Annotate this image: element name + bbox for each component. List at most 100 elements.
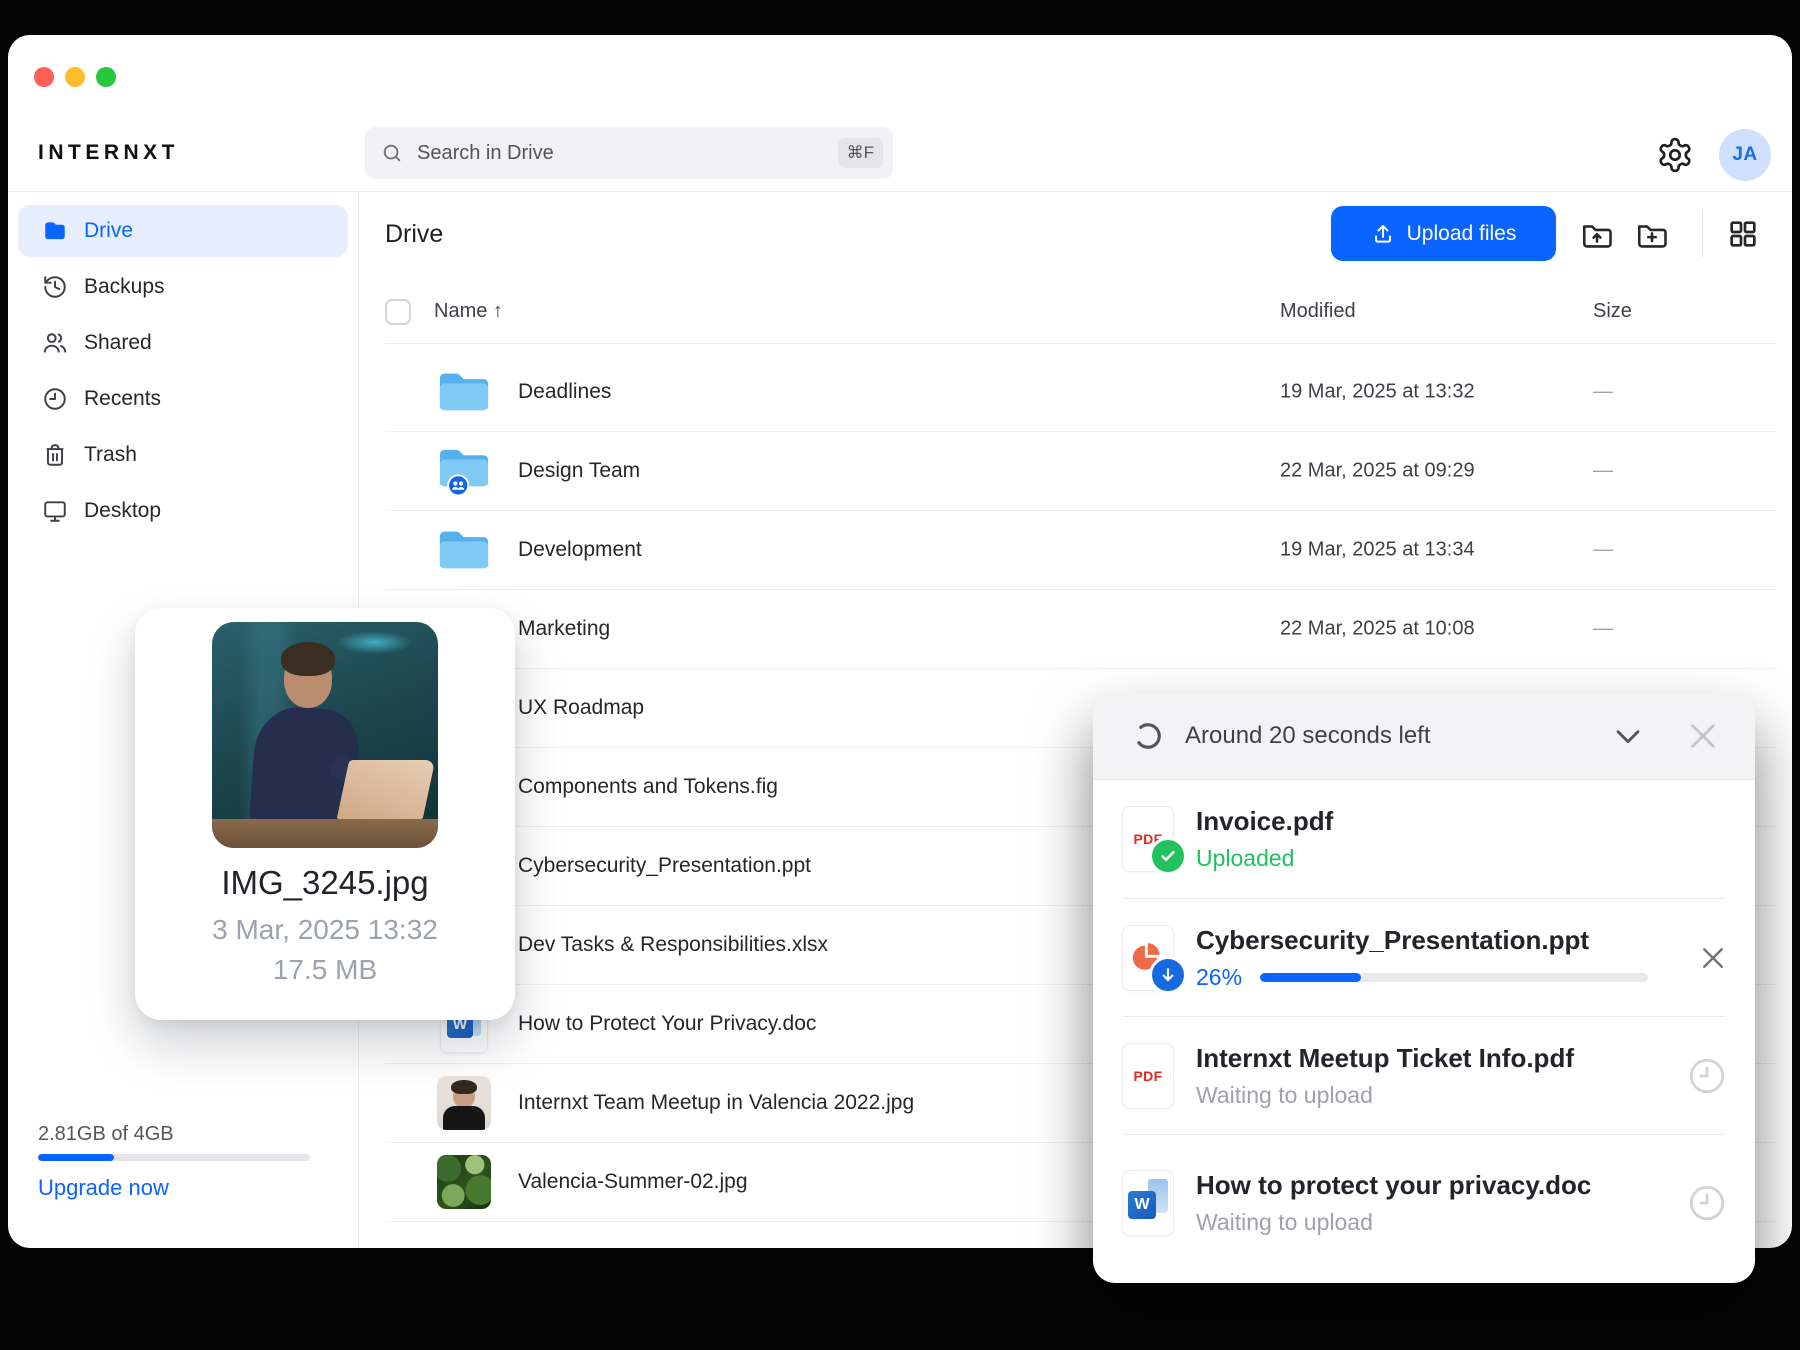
file-preview-card[interactable]: IMG_3245.jpg 3 Mar, 2025 13:32 17.5 MB	[135, 608, 515, 1020]
close-window-button[interactable]	[34, 67, 54, 87]
internxt-logo: INTERNXT	[38, 141, 179, 164]
close-toast-button[interactable]	[1685, 718, 1721, 754]
close-icon	[1691, 724, 1715, 748]
modified-date: 19 Mar, 2025 at 13:32	[1280, 380, 1475, 402]
gear-icon	[1659, 137, 1691, 173]
file-name: Valencia-Summer-02.jpg	[518, 1169, 748, 1193]
table-row[interactable]: Deadlines 19 Mar, 2025 at 13:32 —	[385, 352, 1776, 432]
search-icon	[383, 144, 401, 162]
folder-icon	[437, 365, 491, 419]
search-bar[interactable]: ⌘F	[365, 127, 893, 179]
photo-thumbnail-portrait	[437, 1075, 491, 1130]
file-name: Components and Tokens.fig	[518, 774, 778, 798]
new-folder-button[interactable]	[1630, 212, 1674, 256]
upload-progress-fill	[1260, 973, 1361, 982]
collapse-toast-button[interactable]	[1611, 719, 1645, 753]
grid-view-icon	[1730, 221, 1756, 247]
spinner-icon	[1135, 723, 1161, 749]
file-size: —	[1593, 617, 1613, 639]
sidebar-item-label: Shared	[84, 331, 152, 354]
upload-time-remaining: Around 20 seconds left	[1185, 722, 1431, 749]
upload-item-filename: Cybersecurity_Presentation.ppt	[1196, 925, 1590, 955]
sidebar-item-trash[interactable]: Trash	[18, 429, 348, 481]
table-row[interactable]: Design Team 22 Mar, 2025 at 09:29 —	[385, 431, 1776, 511]
clock-icon	[44, 388, 66, 410]
history-icon	[44, 276, 66, 298]
header-divider	[8, 191, 1792, 192]
people-icon	[43, 333, 67, 353]
sidebar-item-desktop[interactable]: Desktop	[18, 485, 348, 537]
zoom-window-button[interactable]	[96, 67, 116, 87]
settings-button[interactable]	[1655, 135, 1695, 175]
close-icon	[1703, 948, 1723, 968]
column-header-modified[interactable]: Modified	[1280, 300, 1356, 323]
file-name: Cybersecurity_Presentation.ppt	[518, 853, 811, 877]
folder-icon	[437, 523, 491, 577]
sidebar-item-recents[interactable]: Recents	[18, 373, 348, 425]
upload-item-filename: Internxt Meetup Ticket Info.pdf	[1196, 1043, 1574, 1073]
waiting-clock-icon	[1686, 1182, 1728, 1224]
sidebar: Drive Backups Shared Recents Trash Deskt…	[18, 205, 348, 537]
uploading-arrow-badge	[1149, 956, 1187, 994]
upload-item-filename: Invoice.pdf	[1196, 806, 1334, 836]
sidebar-item-label: Recents	[84, 387, 162, 410]
folder-upload-icon	[1582, 225, 1612, 248]
sidebar-item-shared[interactable]: Shared	[18, 317, 348, 369]
preview-thumbnail	[212, 622, 438, 848]
upgrade-now-link[interactable]: Upgrade now	[38, 1175, 169, 1201]
upload-progress-bar	[1260, 973, 1649, 982]
storage-progress-fill	[38, 1154, 115, 1161]
table-row[interactable]: Development 19 Mar, 2025 at 13:34 —	[385, 510, 1776, 590]
waiting-clock-icon	[1686, 1055, 1728, 1097]
file-name: Internxt Team Meetup in Valencia 2022.jp…	[518, 1090, 915, 1114]
column-header-name[interactable]: Name ↑	[434, 300, 503, 323]
uploaded-check-badge	[1149, 837, 1187, 875]
search-shortcut-badge: ⌘F	[837, 138, 883, 168]
grid-view-button[interactable]	[1721, 212, 1765, 256]
folder-plus-icon	[1637, 225, 1667, 248]
sort-ascending-icon: ↑	[492, 300, 503, 322]
sidebar-item-label: Desktop	[84, 499, 162, 522]
search-input[interactable]	[415, 140, 838, 166]
modified-date: 22 Mar, 2025 at 09:29	[1280, 459, 1475, 481]
upload-item-status: Waiting to upload	[1196, 1208, 1373, 1235]
preview-modified-date: 3 Mar, 2025 13:32	[212, 914, 438, 945]
file-size: —	[1593, 538, 1613, 560]
file-name: Development	[518, 537, 642, 561]
upload-icon	[1374, 224, 1391, 243]
file-name: Marketing	[518, 616, 611, 640]
chevron-down-icon	[1616, 730, 1640, 744]
pdf-file-icon: PDF	[1122, 806, 1187, 875]
toolbar-separator	[1702, 211, 1703, 257]
sidebar-item-label: Backups	[84, 275, 165, 298]
preview-filename: IMG_3245.jpg	[221, 864, 429, 901]
table-header-divider	[385, 343, 1776, 344]
sidebar-item-drive[interactable]: Drive	[18, 205, 348, 257]
upload-item-filename: How to protect your privacy.doc	[1196, 1169, 1592, 1200]
upload-item-status: Uploaded	[1196, 845, 1295, 871]
upload-item: PDF Invoice.pdf Uploaded	[1093, 780, 1755, 898]
upload-item: Cybersecurity_Presentation.ppt 26%	[1093, 899, 1755, 1017]
upload-item-percent: 26%	[1196, 964, 1243, 990]
upload-files-button[interactable]: Upload files	[1331, 206, 1556, 261]
shared-folder-icon	[437, 444, 491, 498]
upload-item-status: Waiting to upload	[1196, 1082, 1373, 1108]
sidebar-item-label: Drive	[84, 219, 134, 242]
file-size: —	[1593, 380, 1613, 402]
select-all-checkbox[interactable]	[385, 299, 411, 325]
upload-files-label: Upload files	[1406, 221, 1517, 245]
minimize-window-button[interactable]	[65, 67, 85, 87]
file-name: Deadlines	[518, 379, 612, 403]
column-header-size[interactable]: Size	[1593, 300, 1632, 323]
pdf-file-icon: PDF	[1122, 1043, 1174, 1109]
file-name: Dev Tasks & Responsibilities.xlsx	[518, 932, 829, 956]
cancel-upload-button[interactable]	[1698, 943, 1728, 973]
avatar[interactable]: JA	[1719, 129, 1771, 181]
sidebar-item-backups[interactable]: Backups	[18, 261, 348, 313]
photo-thumbnail-leaves	[437, 1154, 491, 1209]
table-row[interactable]: Marketing 22 Mar, 2025 at 10:08 —	[385, 589, 1776, 669]
upload-folder-button[interactable]	[1575, 212, 1619, 256]
storage-progress-bar	[38, 1154, 310, 1161]
trash-icon	[46, 444, 64, 466]
upload-item: W How to protect your privacy.doc Waitin…	[1093, 1135, 1755, 1270]
